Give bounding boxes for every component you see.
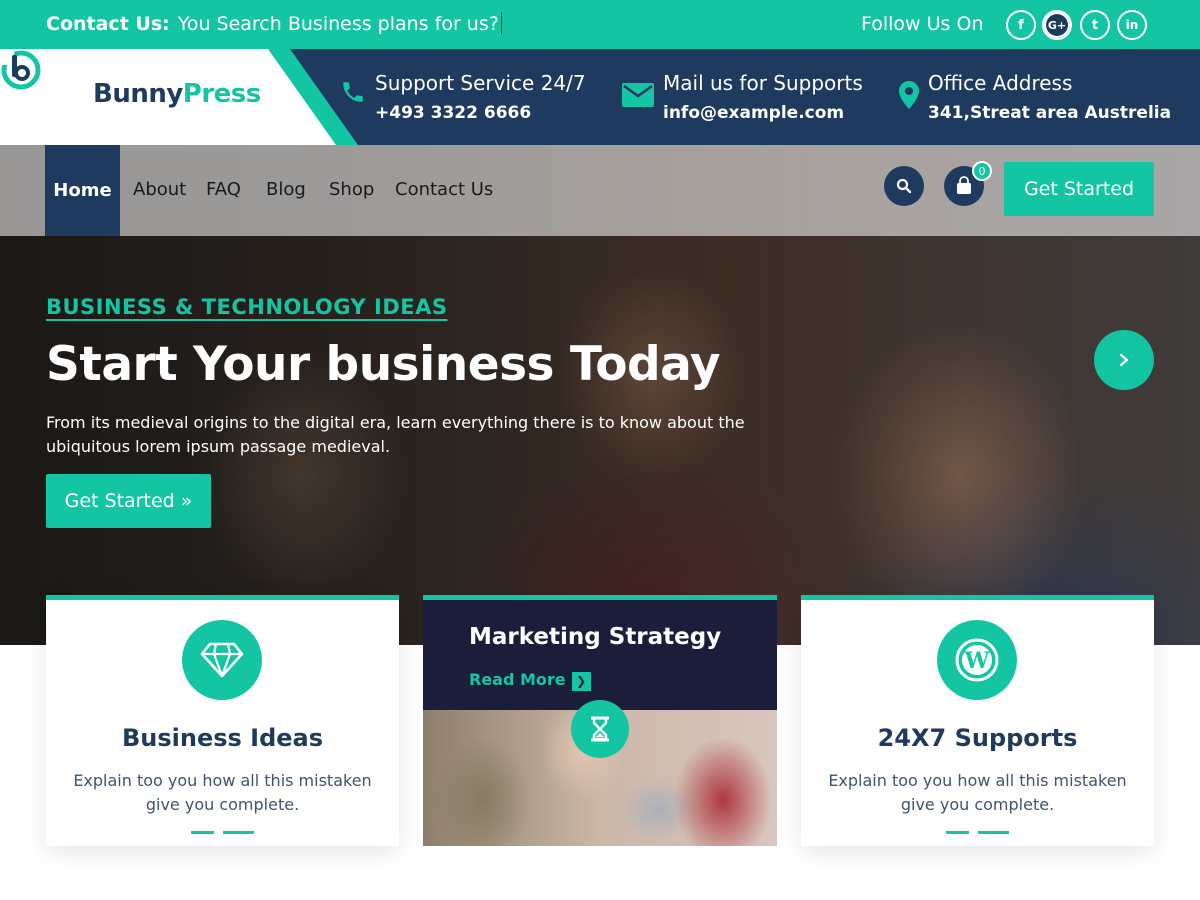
feature-card-business-ideas: Business Ideas Explain too you how all t… [46,595,399,846]
feature-card-24x7-supports: W 24X7 Supports Explain too you how all … [801,595,1154,846]
search-button[interactable] [884,166,924,206]
diamond-icon [200,642,244,678]
contact-text: You Search Business plans for us? [177,13,499,35]
svg-text:W: W [964,648,990,674]
address-info: Office Address 341,Streat area Austrelia [928,71,1171,123]
card-icon-circle: W [937,620,1017,700]
card-icon-circle [571,700,629,758]
address-value: 341,Streat area Austrelia [928,103,1172,123]
text-cursor [500,12,502,34]
arrow-right-icon: ❯ [571,672,591,691]
logo-icon [0,49,41,90]
hourglass-icon [591,716,609,742]
nav-faq[interactable]: FAQ [206,179,241,200]
cart-count-badge: 0 [972,161,992,181]
card-icon-circle [182,620,262,700]
card-dark-panel [423,600,777,710]
mail-info: Mail us for Supports info@example.com [663,71,863,123]
support-info: Support Service 24/7 +493 3322 6666 [375,71,586,123]
mail-icon [622,83,654,107]
nav-shop[interactable]: Shop [329,179,374,200]
get-started-nav-button[interactable]: Get Started [1004,162,1154,216]
get-started-hero-button[interactable]: Get Started » [46,474,211,528]
address-title: Office Address [928,71,1073,95]
hero-subtitle: From its medieval origins to the digital… [46,413,745,456]
card-text: Explain too you how all this mistaken gi… [828,771,1127,814]
contact-label: Contact Us: [46,13,170,35]
card-title: Business Ideas [121,724,324,752]
facebook-icon[interactable]: f [1006,10,1036,40]
logo-area: BunnyPress [0,49,360,145]
card-divider [191,831,254,834]
support-phone[interactable]: +493 3322 6666 [375,103,586,123]
search-icon [896,178,912,194]
card-title: 24X7 Supports [877,724,1078,752]
follow-label: Follow Us On [861,13,984,35]
read-more-link[interactable]: Read More ❯ [469,670,591,691]
card-title: Marketing Strategy [469,624,722,650]
logo-part-1: Bunny [93,79,183,109]
mail-address[interactable]: info@example.com [663,103,863,123]
read-more-label: Read More [469,670,566,689]
nav-about[interactable]: About [133,179,186,200]
feature-card-marketing-strategy: Marketing Strategy Read More ❯ [423,595,777,846]
wordpress-icon: W [955,638,999,682]
nav-blog[interactable]: Blog [266,179,306,200]
shopping-bag-icon [957,176,971,194]
map-pin-icon [899,81,919,109]
header: BunnyPress Support Service 24/7 +493 332… [0,49,1200,145]
phone-icon [343,82,363,102]
hero-headline: Start Your business Today [46,337,721,392]
chevron-right-icon [1119,353,1129,367]
twitter-icon[interactable]: t [1080,10,1110,40]
main-nav: Home About FAQ Blog Shop Contact Us 0 Ge… [0,145,1200,236]
nav-home[interactable]: Home [45,145,120,236]
hero-kicker: BUSINESS & TECHNOLOGY IDEAS [46,295,448,319]
hero-section: Home About FAQ Blog Shop Contact Us 0 Ge… [0,145,1200,645]
linkedin-icon[interactable]: in [1117,10,1147,40]
google-plus-icon[interactable]: G+ [1042,10,1072,40]
logo-part-2: Press [182,79,261,109]
card-divider [946,831,1009,834]
mail-title: Mail us for Supports [663,71,863,95]
slider-next-button[interactable] [1094,330,1154,390]
support-title: Support Service 24/7 [375,71,586,95]
top-bar: Contact Us: You Search Business plans for… [0,0,1200,49]
logo-text: BunnyPress [93,79,261,109]
top-contact: Contact Us: You Search Business plans for… [46,12,502,35]
nav-contact-us[interactable]: Contact Us [395,179,493,200]
card-text: Explain too you how all this mistaken gi… [73,771,372,814]
